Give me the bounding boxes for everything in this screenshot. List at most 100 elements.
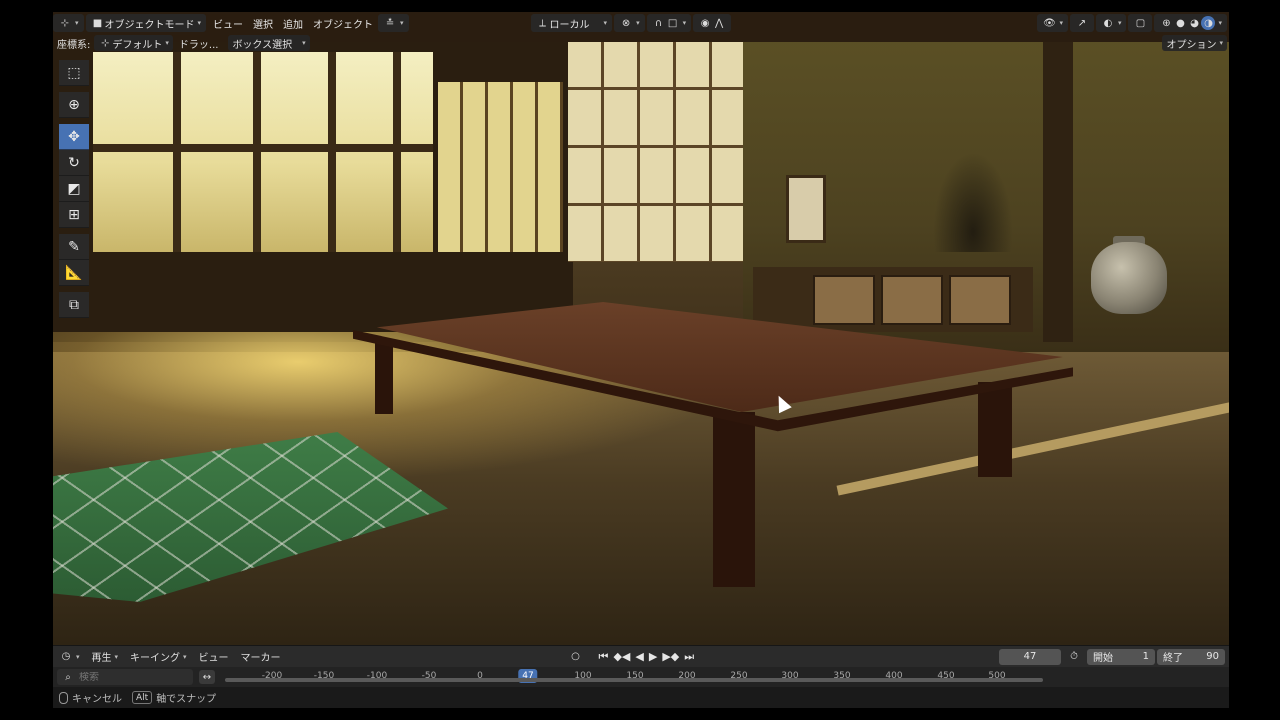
material-shading-icon[interactable]: ◕ [1187,16,1201,30]
eye-icon: 👁 [1043,17,1056,29]
options-label: オプション [1166,39,1217,51]
rendered-shading-icon[interactable]: ◑ [1201,16,1216,30]
frame-ruler[interactable]: -200 -150 -100 -50 0 100 150 200 250 300… [225,669,1043,685]
gizmo-icon: ↗ [1077,17,1087,29]
coord-system-label: 座標系: [57,39,91,51]
xray-toggle[interactable]: ▢ [1128,14,1153,32]
jump-end-icon[interactable]: ⏭ [684,650,694,664]
object-mode-icon: ■ [92,17,103,29]
scene-shoji-screen [568,32,743,262]
menu-playback[interactable]: 再生 ▾ [86,648,125,666]
select-mode-dropdown[interactable]: ボックス選択 ▾ [228,35,310,51]
prev-keyframe-icon[interactable]: ◆◀ [613,650,630,663]
search-icon: ⌕ [65,671,71,683]
end-frame-field[interactable]: 終了 90 [1157,648,1225,665]
editor-type-button[interactable]: ⊹ ▾ [53,14,84,32]
menu-marker[interactable]: マーカー [235,648,287,666]
play-reverse-icon[interactable]: ◀ [635,650,643,663]
overlay-icon: ◐ [1103,17,1113,29]
record-icon: ○ [571,651,580,662]
mouse-right-icon [59,691,68,704]
clock-icon: ◷ [61,651,71,662]
scene-plant [933,152,1013,252]
align-icon: ≛ [385,17,395,29]
search-input[interactable] [79,671,189,683]
next-keyframe-icon[interactable]: ▶◆ [662,650,679,663]
proportional-edit-toggle[interactable]: ◉ ⋀ [693,14,732,32]
select-box-icon[interactable]: ⬚ [59,60,89,86]
blender-window: ⊹ ▾ ■ オブジェクトモード ▾ ビュー 選択 追加 オブジェクト ≛ ▾ ⟂ ロー… [53,12,1229,708]
gizmo-button[interactable]: ↗ [1069,14,1094,32]
scene-table-leg [713,412,755,587]
options-dropdown[interactable]: オプション ▾ [1162,35,1227,51]
wireframe-shading-icon[interactable]: ⊕ [1159,16,1173,30]
orientation-label: ローカル [549,19,590,31]
transform-icon[interactable]: ⊞ [59,202,89,228]
coord-system-dropdown[interactable]: ⊹ デフォルト ▾ [94,35,173,51]
menu-view[interactable]: ビュー [208,14,248,32]
drag-label: ドラッ... [178,39,219,51]
timeline-header: ◷ ▾ 再生 ▾ キーイング ▾ ビュー マーカー ○ ⏮ ◆◀ ◀ ▶ ▶◆ ⏭ 4… [53,645,1229,667]
start-frame-field[interactable]: 開始 1 [1087,648,1155,665]
mode-label: オブジェクトモード [104,19,195,31]
mode-dropdown[interactable]: ■ オブジェクトモード ▾ [85,14,207,32]
pivot-point-button[interactable]: ⊗ ▾ [614,14,645,32]
snap-target-icon: □ [667,17,678,29]
overlay-button[interactable]: ◐ ▾ [1095,14,1127,32]
solid-shading-icon[interactable]: ● [1173,16,1187,30]
menu-object[interactable]: オブジェクト [308,14,378,32]
transform-orientation-dropdown[interactable]: ⟂ ローカル ▾ [530,14,613,32]
auto-keying-toggle[interactable]: ○ [563,648,589,666]
editor-type-icon: ⊹ [60,17,70,29]
proportional-icon: ◉ [700,17,710,29]
3d-viewport[interactable] [53,12,1229,645]
menu-timeline-view[interactable]: ビュー [193,648,235,666]
scene-table-leg [375,342,393,414]
snap-menu-button[interactable]: ≛ ▾ [378,14,409,32]
alt-key-icon: Alt [132,691,153,704]
timeline-body: ⌕ ↔ -200 -150 -100 -50 0 100 150 200 250… [53,667,1229,687]
cursor-icon[interactable]: ⊕ [59,92,89,118]
status-bar: キャンセル Alt 軸でスナップ [53,687,1229,708]
menu-select[interactable]: 選択 [248,14,278,32]
coord-system-value: デフォルト [112,39,163,51]
scene-window-left [93,52,433,252]
menu-keying[interactable]: キーイング ▾ [124,648,193,666]
timeline-scrollbar[interactable] [225,678,1043,682]
stopwatch-icon: ⏱ [1070,651,1078,662]
jump-start-icon[interactable]: ⏮ [599,650,609,664]
rotate-icon[interactable]: ↻ [59,150,89,176]
visibility-button[interactable]: 👁 ▾ [1037,14,1068,32]
xray-icon: ▢ [1135,17,1146,29]
select-mode-value: ボックス選択 [232,39,293,51]
falloff-icon: ⋀ [714,17,724,29]
scene-lantern [786,175,826,243]
swap-icon[interactable]: ↔ [199,670,215,684]
magnet-icon: ∩ [654,17,663,29]
menu-add[interactable]: 追加 [278,14,308,32]
measure-icon[interactable]: 📐 [59,260,89,286]
annotate-icon[interactable]: ✎ [59,234,89,260]
current-frame-field[interactable]: 47 [999,648,1061,665]
status-cancel: キャンセル [59,690,122,705]
scale-icon[interactable]: ◩ [59,176,89,202]
timeline-search[interactable]: ⌕ [57,669,193,685]
tool-shelf: ⬚ ⊕ ✥ ↻ ◩ ⊞ ✎ 📐 ⧉ [59,60,89,318]
add-cube-icon[interactable]: ⧉ [59,292,89,318]
playback-controls: ⏮ ◆◀ ◀ ▶ ▶◆ ⏭ [599,650,695,664]
axis-icon: ⊹ [101,37,110,49]
play-icon[interactable]: ▶ [649,650,657,663]
move-icon[interactable]: ✥ [59,124,89,150]
shading-modes[interactable]: ⊕ ● ◕ ◑ ▾ [1154,14,1227,32]
local-axis-icon: ⟂ [539,17,546,29]
scene-vase [1091,242,1167,314]
timeline-editor-type[interactable]: ◷ ▾ [53,648,86,666]
scene-window-mid [438,82,563,252]
scene-post [1043,42,1073,342]
status-snap: Alt 軸でスナップ [132,690,216,705]
pivot-icon: ⊗ [621,17,631,29]
snap-toggle[interactable]: ∩ □ ▾ [646,14,692,32]
scene-table-leg [978,382,1012,477]
scene-cabinet [753,267,1033,332]
preview-range-toggle[interactable]: ⏱ [1061,648,1087,666]
